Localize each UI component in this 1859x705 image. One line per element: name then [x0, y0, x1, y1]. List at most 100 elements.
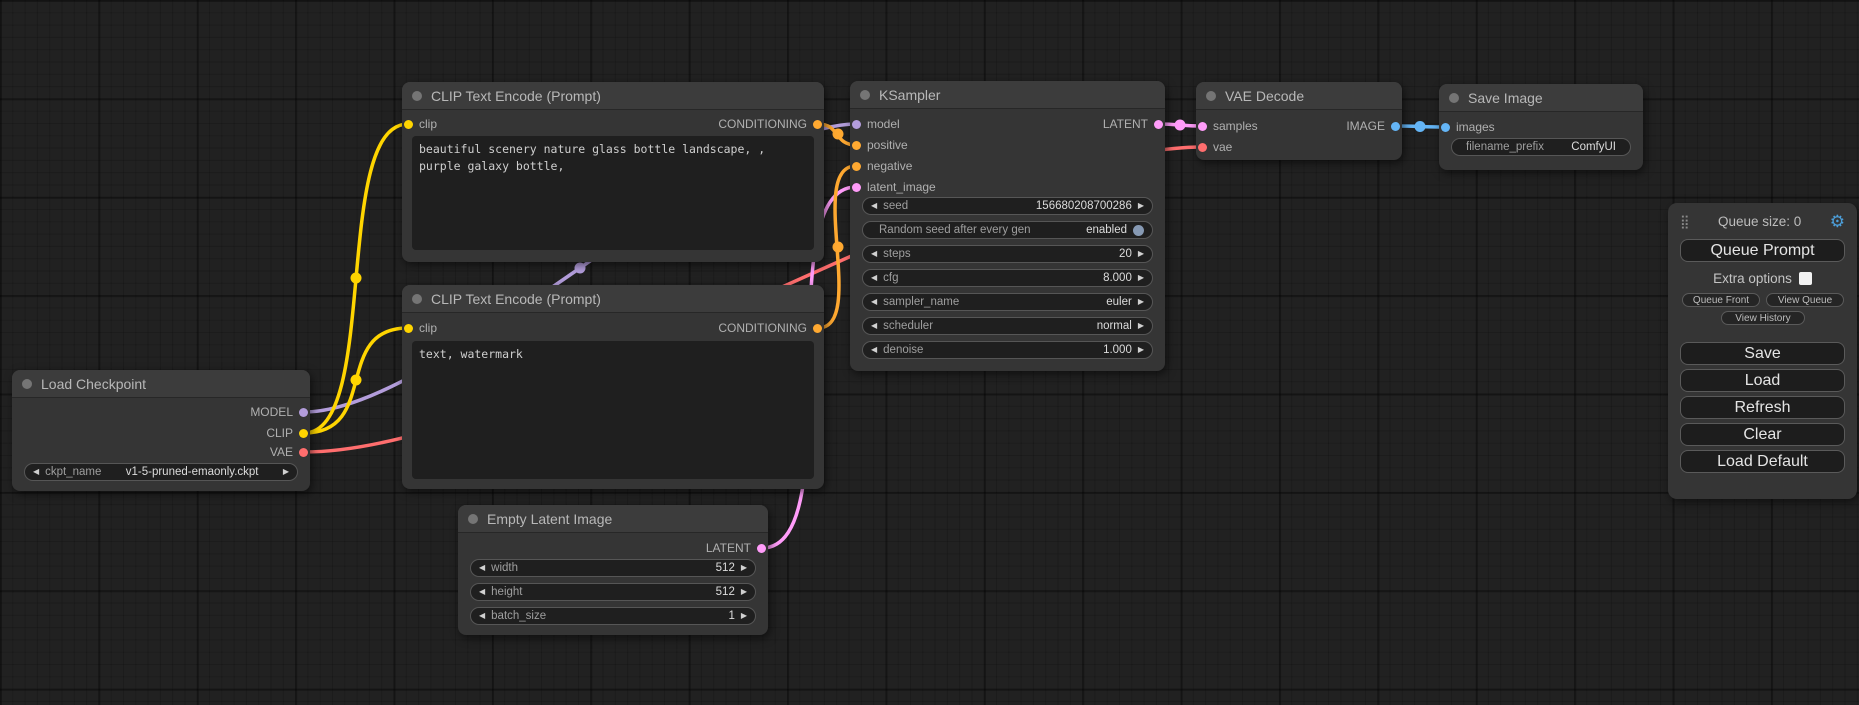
- cfg-widget[interactable]: ◀ cfg 8.000 ▶: [862, 269, 1153, 287]
- node-ksampler[interactable]: KSampler model positive negative latent_…: [850, 81, 1165, 371]
- node-clip-text-encode-negative[interactable]: CLIP Text Encode (Prompt) clip CONDITION…: [402, 285, 824, 489]
- collapse-dot-icon[interactable]: [22, 379, 32, 389]
- input-slot-clip[interactable]: clip: [404, 319, 437, 337]
- latent-port-icon[interactable]: [757, 544, 766, 553]
- increment-arrow-icon[interactable]: ▶: [1138, 346, 1144, 354]
- increment-arrow-icon[interactable]: ▶: [1138, 250, 1144, 258]
- node-header[interactable]: CLIP Text Encode (Prompt): [402, 285, 824, 313]
- conditioning-port-icon[interactable]: [813, 324, 822, 333]
- image-port-icon[interactable]: [1441, 123, 1450, 132]
- width-widget[interactable]: ◀ width 512 ▶: [470, 559, 756, 577]
- node-empty-latent-image[interactable]: Empty Latent Image LATENT ◀ width 512 ▶ …: [458, 505, 768, 635]
- image-port-icon[interactable]: [1391, 122, 1400, 131]
- increment-arrow-icon[interactable]: ▶: [1138, 202, 1144, 210]
- sampler-name-widget[interactable]: ◀ sampler_name euler ▶: [862, 293, 1153, 311]
- node-header[interactable]: CLIP Text Encode (Prompt): [402, 82, 824, 110]
- toggle-icon[interactable]: [1133, 225, 1144, 236]
- clear-button[interactable]: Clear: [1680, 423, 1845, 446]
- load-button[interactable]: Load: [1680, 369, 1845, 392]
- collapse-dot-icon[interactable]: [1206, 91, 1216, 101]
- vae-port-icon[interactable]: [1198, 143, 1207, 152]
- increment-arrow-icon[interactable]: ▶: [1138, 298, 1144, 306]
- input-slot-negative[interactable]: negative: [852, 157, 912, 175]
- view-history-button[interactable]: View History: [1721, 311, 1805, 325]
- input-slot-model[interactable]: model: [852, 115, 900, 133]
- batch-size-widget[interactable]: ◀ batch_size 1 ▶: [470, 607, 756, 625]
- clip-port-icon[interactable]: [404, 120, 413, 129]
- node-header[interactable]: KSampler: [850, 81, 1165, 109]
- ckpt-name-widget[interactable]: ◀ ckpt_name v1-5-pruned-emaonly.ckpt ▶: [24, 463, 298, 481]
- collapse-dot-icon[interactable]: [860, 90, 870, 100]
- drag-handle-icon[interactable]: ⣿: [1680, 215, 1690, 228]
- input-slot-vae[interactable]: vae: [1198, 138, 1232, 156]
- conditioning-port-icon[interactable]: [852, 141, 861, 150]
- output-slot-latent[interactable]: LATENT: [706, 539, 766, 557]
- node-load-checkpoint[interactable]: Load Checkpoint MODEL CLIP VAE ◀ ckpt_na…: [12, 370, 310, 491]
- view-queue-button[interactable]: View Queue: [1766, 293, 1844, 307]
- collapse-dot-icon[interactable]: [412, 294, 422, 304]
- node-header[interactable]: Empty Latent Image: [458, 505, 768, 533]
- decrement-arrow-icon[interactable]: ◀: [479, 588, 485, 596]
- input-slot-latent-image[interactable]: latent_image: [852, 178, 936, 196]
- node-header[interactable]: Save Image: [1439, 84, 1643, 112]
- gear-icon[interactable]: ⚙: [1830, 213, 1845, 230]
- queue-prompt-button[interactable]: Queue Prompt: [1680, 239, 1845, 262]
- decrement-arrow-icon[interactable]: ◀: [479, 564, 485, 572]
- load-default-button[interactable]: Load Default: [1680, 450, 1845, 473]
- latent-port-icon[interactable]: [1198, 122, 1207, 131]
- input-slot-clip[interactable]: clip: [404, 115, 437, 133]
- decrement-arrow-icon[interactable]: ◀: [871, 202, 877, 210]
- node-graph-canvas[interactable]: Load Checkpoint MODEL CLIP VAE ◀ ckpt_na…: [0, 0, 1859, 705]
- vae-port-icon[interactable]: [299, 448, 308, 457]
- increment-arrow-icon[interactable]: ▶: [283, 468, 289, 476]
- decrement-arrow-icon[interactable]: ◀: [871, 274, 877, 282]
- decrement-arrow-icon[interactable]: ◀: [871, 346, 877, 354]
- conditioning-port-icon[interactable]: [852, 162, 861, 171]
- increment-arrow-icon[interactable]: ▶: [1138, 322, 1144, 330]
- extra-options-checkbox[interactable]: [1799, 272, 1812, 285]
- output-slot-vae[interactable]: VAE: [270, 443, 308, 461]
- collapse-dot-icon[interactable]: [1449, 93, 1459, 103]
- seed-widget[interactable]: ◀ seed 156680208700286 ▶: [862, 197, 1153, 215]
- input-slot-positive[interactable]: positive: [852, 136, 908, 154]
- node-header[interactable]: Load Checkpoint: [12, 370, 310, 398]
- node-vae-decode[interactable]: VAE Decode samples vae IMAGE: [1196, 82, 1402, 160]
- input-slot-samples[interactable]: samples: [1198, 117, 1258, 135]
- clip-port-icon[interactable]: [404, 324, 413, 333]
- latent-port-icon[interactable]: [852, 183, 861, 192]
- decrement-arrow-icon[interactable]: ◀: [871, 298, 877, 306]
- input-slot-images[interactable]: images: [1441, 118, 1495, 136]
- output-slot-clip[interactable]: CLIP: [266, 424, 308, 442]
- output-slot-latent[interactable]: LATENT: [1103, 115, 1163, 133]
- collapse-dot-icon[interactable]: [468, 514, 478, 524]
- decrement-arrow-icon[interactable]: ◀: [33, 468, 39, 476]
- node-clip-text-encode-positive[interactable]: CLIP Text Encode (Prompt) clip CONDITION…: [402, 82, 824, 262]
- output-slot-conditioning[interactable]: CONDITIONING: [718, 115, 822, 133]
- prompt-text-input[interactable]: beautiful scenery nature glass bottle la…: [412, 136, 814, 250]
- output-slot-model[interactable]: MODEL: [250, 403, 308, 421]
- denoise-widget[interactable]: ◀ denoise 1.000 ▶: [862, 341, 1153, 359]
- decrement-arrow-icon[interactable]: ◀: [479, 612, 485, 620]
- refresh-button[interactable]: Refresh: [1680, 396, 1845, 419]
- random-seed-toggle-widget[interactable]: Random seed after every gen enabled: [862, 221, 1153, 239]
- conditioning-port-icon[interactable]: [813, 120, 822, 129]
- node-save-image[interactable]: Save Image images filename_prefix ComfyU…: [1439, 84, 1643, 170]
- output-slot-image[interactable]: IMAGE: [1346, 117, 1400, 135]
- filename-prefix-widget[interactable]: filename_prefix ComfyUI: [1451, 138, 1631, 156]
- queue-front-button[interactable]: Queue Front: [1682, 293, 1760, 307]
- collapse-dot-icon[interactable]: [412, 91, 422, 101]
- decrement-arrow-icon[interactable]: ◀: [871, 250, 877, 258]
- increment-arrow-icon[interactable]: ▶: [741, 588, 747, 596]
- increment-arrow-icon[interactable]: ▶: [741, 564, 747, 572]
- height-widget[interactable]: ◀ height 512 ▶: [470, 583, 756, 601]
- increment-arrow-icon[interactable]: ▶: [1138, 274, 1144, 282]
- save-button[interactable]: Save: [1680, 342, 1845, 365]
- model-port-icon[interactable]: [299, 408, 308, 417]
- scheduler-widget[interactable]: ◀ scheduler normal ▶: [862, 317, 1153, 335]
- clip-port-icon[interactable]: [299, 429, 308, 438]
- steps-widget[interactable]: ◀ steps 20 ▶: [862, 245, 1153, 263]
- decrement-arrow-icon[interactable]: ◀: [871, 322, 877, 330]
- prompt-text-input[interactable]: text, watermark: [412, 341, 814, 479]
- increment-arrow-icon[interactable]: ▶: [741, 612, 747, 620]
- latent-port-icon[interactable]: [1154, 120, 1163, 129]
